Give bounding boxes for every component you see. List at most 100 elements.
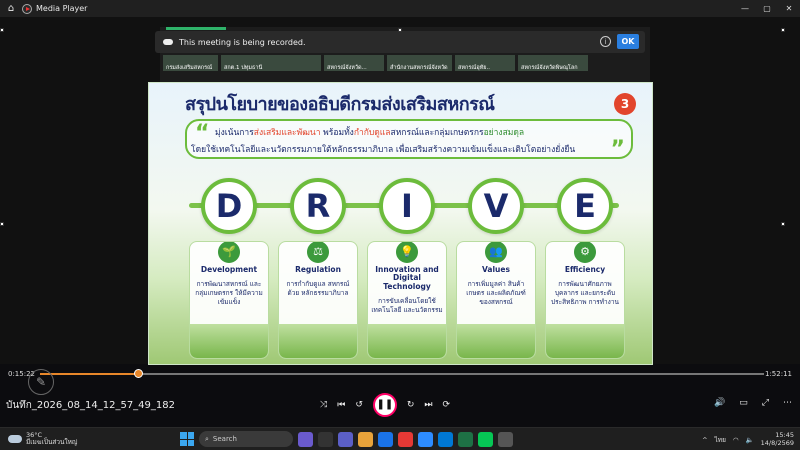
participant-tile: สหกรณ์อุทัย..	[455, 55, 515, 71]
cast-icon[interactable]: ▭	[739, 398, 748, 408]
repeat-icon[interactable]: ⟳	[443, 400, 451, 410]
participant-tile: สหกรณ์จังหวัดพิษณุโลก	[518, 55, 588, 71]
start-button[interactable]	[180, 432, 194, 446]
selection-handle[interactable]	[0, 222, 4, 226]
selection-handle[interactable]	[398, 28, 402, 32]
search-placeholder: Search	[212, 435, 237, 443]
clock[interactable]: 15:45 14/8/2569	[761, 431, 794, 448]
seek-progress	[40, 373, 140, 375]
system-tray: ^ ไทย ◠ 🔈 15:45 14/8/2569	[702, 431, 794, 448]
slide-title: สรุปนโยบายของอธิบดีกรมส่งเสริมสหกรณ์	[185, 94, 495, 115]
card-efficiency: ⚙ Efficiency การพัฒนาศักยภาพ บุคลากร และ…	[545, 241, 625, 359]
previous-icon[interactable]: ⏮	[337, 400, 345, 410]
forward-30-icon[interactable]: ↻	[407, 400, 415, 410]
shuffle-icon[interactable]: ⤨	[320, 400, 327, 410]
card-description: การกำกับดูแล สหกรณ์ด้วย หลักธรรมาภิบาล	[286, 280, 350, 298]
card-values: 👥 Values การเพิ่มมูลค่า สินค้าเกษตร และผ…	[456, 241, 536, 359]
seek-bar[interactable]	[40, 373, 764, 375]
presentation-slide: สรุปนโยบายของอธิบดีกรมส่งเสริมสหกรณ์ 3 “…	[148, 82, 653, 365]
chevron-up-icon[interactable]: ^	[702, 436, 707, 444]
field-illustration	[368, 324, 446, 358]
drive-letter-i: I	[379, 178, 435, 234]
home-icon[interactable]: ⌂	[0, 3, 22, 14]
ok-button[interactable]: OK	[617, 34, 639, 49]
next-icon[interactable]: ⏭	[424, 400, 432, 410]
card-title: Innovation and Digital Technology	[375, 265, 439, 291]
title-bar: ⌂ Media Player — ▢ ✕	[0, 0, 800, 17]
weather-text: มีเมฆเป็นส่วนใหญ่	[26, 438, 78, 446]
card-title: Values	[482, 265, 510, 274]
media-player-taskbar-icon[interactable]	[498, 431, 513, 447]
policy-quote: “ มุ่งเน้นการส่งเสริมและพัฒนา พร้อมทั้งก…	[185, 119, 633, 162]
volume-icon[interactable]: 🔈	[746, 436, 754, 444]
windows-taskbar: 36°C มีเมฆเป็นส่วนใหญ่ ⌕ Search ^ ไทย ◠ 🔈 …	[0, 427, 800, 450]
teams-icon[interactable]	[338, 431, 353, 447]
participant-strip: กรมส่งเสริมสหกรณ์ สกต.1 ปทุมธานี สหกรณ์จ…	[163, 55, 588, 71]
zoom-icon[interactable]	[418, 431, 433, 447]
window-title: Media Player	[36, 4, 88, 13]
restore-button[interactable]: ▢	[756, 4, 778, 13]
rewind-10-icon[interactable]: ↺	[355, 400, 363, 410]
card-title: Efficiency	[564, 265, 606, 274]
volume-icon[interactable]: 🔊	[714, 398, 725, 408]
wifi-icon[interactable]: ◠	[733, 436, 739, 444]
drive-letter-e: E	[557, 178, 613, 234]
card-development: 🌱 Development การพัฒนาสหกรณ์ และกลุ่มเกษ…	[189, 241, 269, 359]
slide-number-badge: 3	[614, 93, 636, 115]
recording-message: This meeting is being recorded.	[179, 37, 306, 47]
edge-icon[interactable]	[378, 431, 393, 447]
participant-tile: สกต.1 ปทุมธานี	[221, 55, 321, 71]
card-description: การพัฒนาสหกรณ์ และกลุ่มเกษตรกร ให้มีความ…	[195, 280, 263, 306]
outlook-icon[interactable]	[438, 431, 453, 447]
selection-handle[interactable]	[0, 28, 4, 32]
scales-icon: ⚖	[307, 242, 329, 263]
file-explorer-icon[interactable]	[358, 431, 373, 447]
recording-banner: This meeting is being recorded. i OK	[155, 31, 645, 53]
total-time: 1:52:11	[765, 370, 792, 378]
card-description: การพัฒนาศักยภาพ บุคลากร และยกระดับ ประสิ…	[551, 280, 619, 306]
quote-line-1: มุ่งเน้นการส่งเสริมและพัฒนา พร้อมทั้งกำก…	[215, 128, 525, 138]
seek-handle[interactable]	[134, 369, 144, 378]
close-quote-icon: ”	[610, 137, 625, 162]
fullscreen-icon[interactable]: ⤢	[762, 398, 769, 408]
task-view-icon[interactable]	[318, 431, 333, 447]
playback-controls: ⤨ ⏮ ↺ ❚❚ ↻ ⏭ ⟳	[320, 393, 450, 417]
search-icon: ⌕	[205, 434, 209, 443]
more-icon[interactable]: ⋯	[783, 398, 792, 408]
gear-icon: ⚙	[574, 242, 596, 263]
search-box[interactable]: ⌕ Search	[199, 431, 293, 447]
excel-icon[interactable]	[458, 431, 473, 447]
card-title: Development	[200, 265, 258, 274]
play-pause-button[interactable]: ❚❚	[372, 393, 397, 417]
card-regulation: ⚖ Regulation การกำกับดูแล สหกรณ์ด้วย หลั…	[278, 241, 358, 359]
chrome-icon[interactable]	[398, 431, 413, 447]
field-illustration	[457, 324, 535, 358]
sprout-icon: 🌱	[218, 242, 240, 263]
cloud-icon	[8, 435, 22, 443]
close-button[interactable]: ✕	[778, 4, 800, 13]
participant-tile: กรมส่งเสริมสหกรณ์	[163, 55, 218, 71]
line-icon[interactable]	[478, 431, 493, 447]
pen-icon[interactable]: ✎	[28, 369, 54, 395]
people-icon: 👥	[485, 242, 507, 263]
drive-letter-r: R	[290, 178, 346, 234]
minimize-button[interactable]: —	[734, 4, 756, 13]
copilot-icon[interactable]	[298, 431, 313, 447]
selection-handle[interactable]	[781, 28, 785, 32]
participant-tile: สำนักงานสหกรณ์จังหวัด	[387, 55, 452, 71]
selection-handle[interactable]	[781, 222, 785, 226]
field-illustration	[279, 324, 357, 358]
field-illustration	[546, 324, 624, 358]
card-title: Regulation	[295, 265, 341, 274]
lightbulb-icon: 💡	[396, 242, 418, 263]
language-indicator[interactable]: ไทย	[715, 435, 726, 445]
card-description: การขับเคลื่อนโดยใช้ เทคโนโลยี และนวัตกรร…	[371, 296, 443, 314]
drive-letter-v: V	[468, 178, 524, 234]
drive-letter-d: D	[201, 178, 257, 234]
cloud-icon	[163, 39, 173, 45]
card-description: การเพิ่มมูลค่า สินค้าเกษตร และผลิตภัณฑ์ …	[466, 280, 526, 306]
file-name: บันทึก_2026_08_14_12_57_49_182	[6, 400, 175, 411]
weather-widget[interactable]: 36°C มีเมฆเป็นส่วนใหญ่	[8, 431, 78, 446]
info-icon[interactable]: i	[600, 36, 611, 47]
media-player-app-icon	[22, 3, 32, 14]
